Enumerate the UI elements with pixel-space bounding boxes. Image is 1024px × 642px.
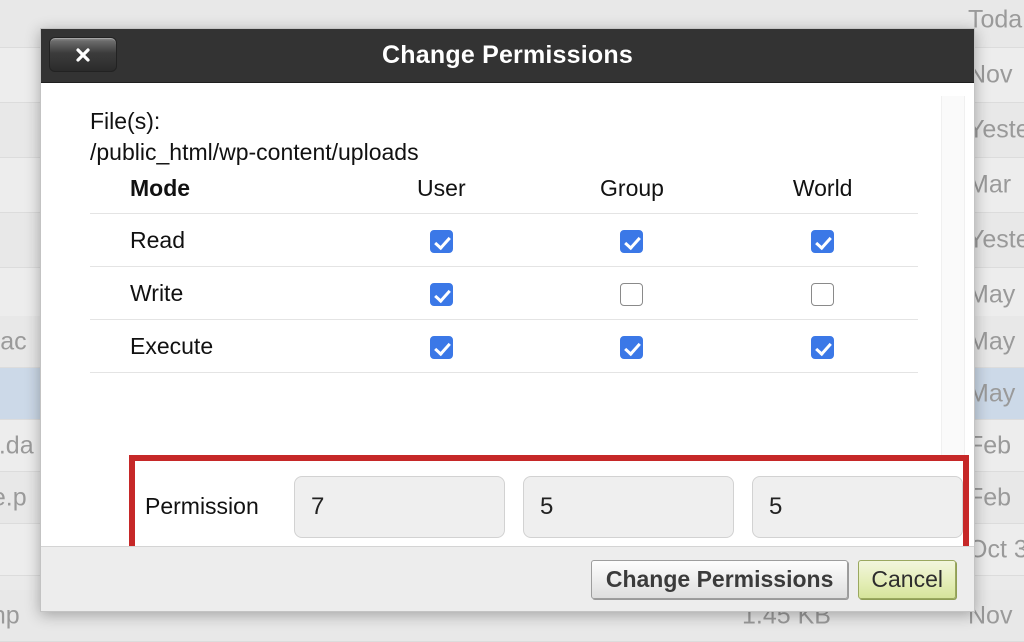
column-header-user: User <box>346 163 537 214</box>
checkbox-read-group[interactable] <box>620 230 643 253</box>
checkbox-cell <box>346 320 537 373</box>
permissions-table: Mode User Group World ReadWriteExecute <box>90 163 918 373</box>
dialog-body: File(s): /public_html/wp-content/uploads… <box>41 83 974 546</box>
file-name: -bac <box>0 327 27 356</box>
permission-group-input[interactable] <box>523 476 734 538</box>
checkbox-cell <box>727 320 918 373</box>
file-date: Oct 3 <box>968 535 1024 564</box>
column-header-world: World <box>727 163 918 214</box>
checkbox-execute-world[interactable] <box>811 336 834 359</box>
file-name: ohp <box>0 601 20 630</box>
permission-user-input[interactable] <box>294 476 505 538</box>
checkbox-write-world[interactable] <box>811 283 834 306</box>
checkbox-cell <box>537 214 728 267</box>
file-name: he.p <box>0 483 27 512</box>
cancel-button[interactable]: Cancel <box>858 560 956 599</box>
table-row: Execute <box>90 320 918 373</box>
table-header-row: Mode User Group World <box>90 163 918 214</box>
file-date: May <box>968 327 1015 356</box>
checkbox-read-world[interactable] <box>811 230 834 253</box>
file-date: May <box>968 379 1015 408</box>
file-path-label: File(s): /public_html/wp-content/uploads <box>90 106 419 168</box>
dialog-title: Change Permissions <box>382 41 633 70</box>
permission-label: Permission <box>145 493 294 520</box>
close-icon[interactable] <box>49 37 117 72</box>
change-permissions-dialog: Change Permissions File(s): /public_html… <box>40 28 975 612</box>
dialog-footer: Change Permissions Cancel <box>41 546 974 611</box>
mode-label: Write <box>90 267 346 320</box>
column-header-mode: Mode <box>90 163 346 214</box>
checkbox-execute-user[interactable] <box>430 336 453 359</box>
permission-highlight-box: Permission <box>129 455 969 546</box>
checkbox-read-user[interactable] <box>430 230 453 253</box>
checkbox-execute-group[interactable] <box>620 336 643 359</box>
permission-world-input[interactable] <box>752 476 963 538</box>
file-date: Yeste <box>968 116 1024 145</box>
checkbox-cell <box>727 214 918 267</box>
checkbox-write-user[interactable] <box>430 283 453 306</box>
mode-label: Read <box>90 214 346 267</box>
file-date: Toda <box>968 5 1022 34</box>
permission-row: Permission <box>135 461 963 546</box>
checkbox-cell <box>537 320 728 373</box>
table-row: Write <box>90 267 918 320</box>
file-date: Yeste <box>968 226 1024 255</box>
change-permissions-button[interactable]: Change Permissions <box>591 560 849 599</box>
column-header-group: Group <box>537 163 728 214</box>
file-name: nf.da <box>0 431 34 460</box>
checkbox-cell <box>537 267 728 320</box>
checkbox-write-group[interactable] <box>620 283 643 306</box>
checkbox-cell <box>346 214 537 267</box>
checkbox-cell <box>727 267 918 320</box>
dialog-titlebar: Change Permissions <box>41 29 974 83</box>
file-date: May <box>968 281 1015 310</box>
checkbox-cell <box>346 267 537 320</box>
table-row: Read <box>90 214 918 267</box>
mode-label: Execute <box>90 320 346 373</box>
